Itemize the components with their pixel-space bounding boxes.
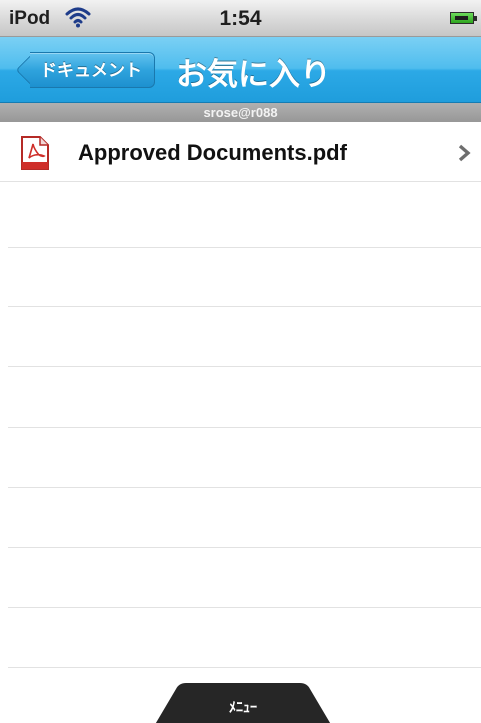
menu-tab[interactable]: ﾒﾆｭｰ xyxy=(150,683,336,723)
empty-row-divider xyxy=(8,366,481,367)
empty-row-divider xyxy=(8,487,481,488)
menu-label: ﾒﾆｭｰ xyxy=(229,699,257,715)
battery-charging-icon xyxy=(450,12,477,24)
empty-row-divider xyxy=(8,247,481,248)
navigation-bar: ドキュメント お気に入り xyxy=(0,37,481,103)
file-list: Approved Documents.pdf xyxy=(0,122,481,182)
empty-row-divider xyxy=(8,306,481,307)
empty-row-divider xyxy=(8,667,481,668)
back-button[interactable]: ドキュメント xyxy=(30,52,155,88)
file-name: Approved Documents.pdf xyxy=(78,140,347,165)
file-row[interactable]: Approved Documents.pdf xyxy=(0,122,481,182)
status-bar: iPod 1:54 xyxy=(0,0,481,37)
chevron-right-icon xyxy=(458,144,471,162)
status-time: 1:54 xyxy=(219,7,262,30)
screen: iPod 1:54 ドキュメント お気に入り srose@r088 Approv… xyxy=(0,0,481,723)
pdf-icon xyxy=(21,136,49,170)
empty-row-divider xyxy=(8,427,481,428)
empty-row-divider xyxy=(8,607,481,608)
empty-row-divider xyxy=(8,547,481,548)
account-label: srose@r088 xyxy=(0,103,481,122)
page-title: お気に入り xyxy=(176,57,331,92)
